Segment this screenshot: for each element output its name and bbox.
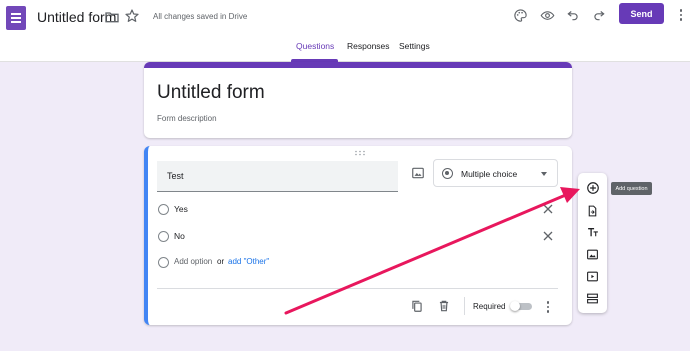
radio-button-icon [442,168,453,179]
form-title[interactable]: Untitled form [157,82,265,104]
preview-eye-icon[interactable] [538,6,556,24]
add-video-icon[interactable] [585,269,600,284]
import-questions-icon[interactable] [585,203,600,218]
add-option-row: Add option or add "Other" [158,256,558,270]
more-options-icon[interactable] [677,6,685,24]
tab-responses[interactable]: Responses [347,41,390,51]
or-label: or [217,257,225,266]
star-icon[interactable] [124,8,140,24]
option-radio-icon [158,257,169,268]
duplicate-icon[interactable] [410,299,424,313]
send-button[interactable]: Send [619,3,664,24]
divider [464,297,465,315]
question-more-icon[interactable] [545,300,551,314]
question-title-input[interactable]: Test [157,161,398,192]
tab-settings[interactable]: Settings [399,41,430,51]
option-row: Yes [158,203,558,217]
form-description-input[interactable]: Form description [157,114,217,123]
required-label: Required [473,302,506,311]
divider [157,288,558,289]
add-other-link[interactable]: add "Other" [228,257,269,266]
redo-icon[interactable] [590,6,608,24]
question-type-dropdown[interactable]: Multiple choice [433,159,558,187]
floating-toolbar [578,173,607,313]
option-radio-icon [158,204,169,215]
save-status: All changes saved in Drive [153,12,248,21]
required-toggle[interactable] [510,301,534,311]
add-question-tooltip: Add question [611,182,652,195]
add-image-icon[interactable] [585,247,600,262]
drag-handle-icon[interactable] [354,150,366,156]
delete-icon[interactable] [437,299,451,313]
forms-logo-icon[interactable] [6,6,26,30]
close-icon[interactable] [542,230,554,242]
palette-icon[interactable] [511,6,529,24]
add-question-icon[interactable] [585,180,600,195]
option-label[interactable]: Yes [174,204,188,214]
folder-icon[interactable] [104,9,120,25]
chevron-down-icon [541,172,547,176]
add-title-icon[interactable] [585,225,600,240]
top-bar: Untitled form All changes saved in Drive… [0,0,690,62]
view-tabs: Questions Responses Settings [0,40,690,62]
close-icon[interactable] [542,203,554,215]
add-section-icon[interactable] [585,291,600,306]
option-radio-icon [158,231,169,242]
add-option-button[interactable]: Add option [174,257,212,266]
option-label[interactable]: No [174,231,185,241]
form-title-card: Untitled form Form description [144,62,572,138]
add-image-icon[interactable] [411,166,425,180]
question-card[interactable]: Test Multiple choice Yes No Add option o… [144,146,572,325]
question-type-label: Multiple choice [461,169,518,179]
option-row: No [158,230,558,244]
undo-icon[interactable] [564,6,582,24]
tab-questions[interactable]: Questions [296,41,334,51]
